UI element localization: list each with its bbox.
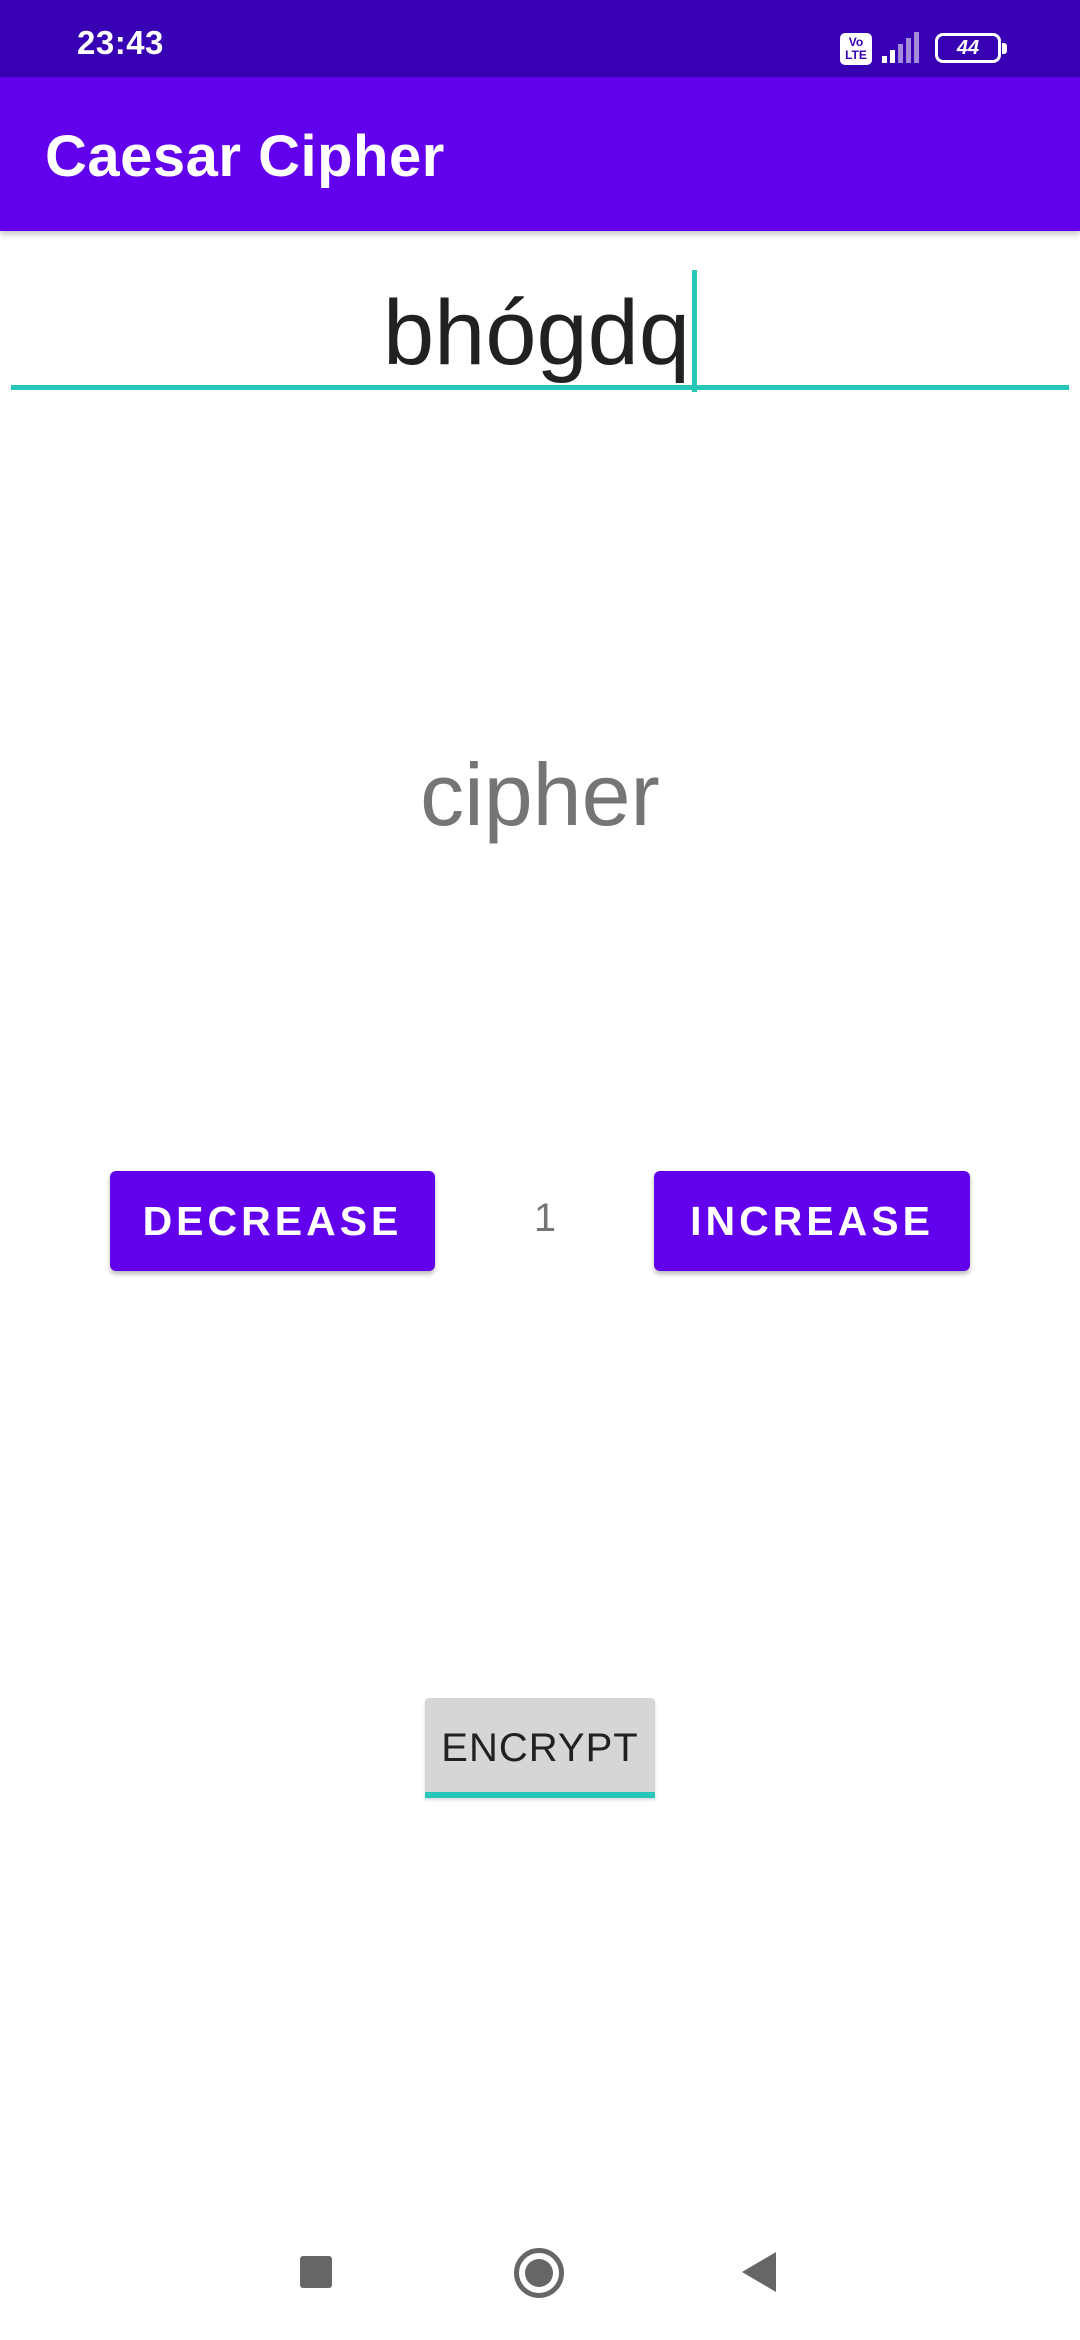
- home-icon[interactable]: [514, 2248, 564, 2298]
- status-bar: 23:43 Vo LTE 44: [0, 0, 1080, 77]
- plaintext-input-text: bhógdq: [383, 282, 690, 384]
- volte-icon: Vo LTE: [840, 33, 872, 65]
- text-caret: [692, 270, 697, 392]
- encrypt-underline: [425, 1792, 655, 1798]
- encrypt-button[interactable]: ENCRYPT: [425, 1698, 655, 1798]
- screen: 23:43 Vo LTE 44 Caesar Cipher bhógdq cip…: [0, 0, 1080, 2340]
- decrease-button[interactable]: DECREASE: [110, 1171, 435, 1271]
- plaintext-input[interactable]: bhógdq: [11, 240, 1069, 392]
- navigation-bar: [0, 2200, 1080, 2340]
- battery-icon: 44: [935, 33, 1007, 63]
- app-title: Caesar Cipher: [45, 124, 445, 189]
- status-time: 23:43: [77, 24, 164, 61]
- app-bar: Caesar Cipher: [0, 77, 1080, 231]
- back-icon[interactable]: [742, 2252, 776, 2292]
- signal-icon: [882, 32, 919, 63]
- increase-button[interactable]: INCREASE: [654, 1171, 970, 1271]
- cipher-output: cipher: [420, 745, 660, 844]
- plaintext-input-value[interactable]: bhógdq: [11, 270, 1069, 392]
- input-underline: [11, 385, 1069, 390]
- recents-icon[interactable]: [300, 2256, 332, 2288]
- shift-value: 1: [533, 1196, 557, 1240]
